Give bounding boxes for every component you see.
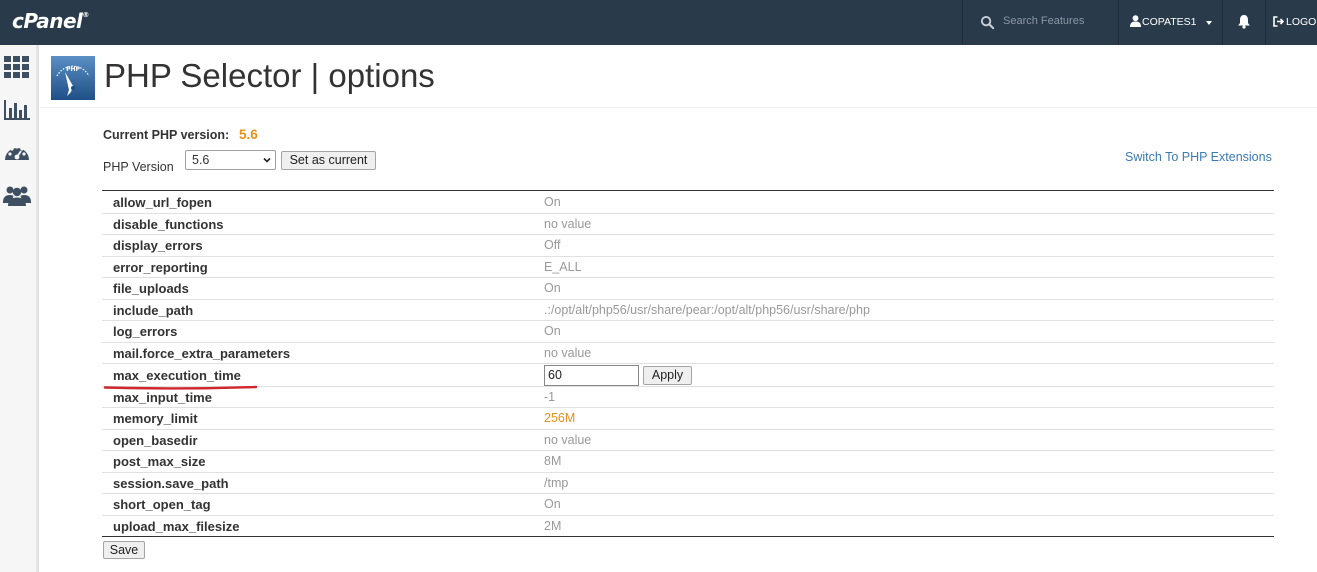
option-name: short_open_tag (113, 497, 211, 512)
grid-icon (4, 56, 29, 78)
dashboard-gauge-icon (5, 145, 29, 160)
save-button[interactable]: Save (103, 541, 145, 559)
option-name: memory_limit (113, 411, 198, 426)
option-row: file_uploads On (102, 277, 1274, 300)
php-version-selected: 5.6 (192, 153, 210, 167)
option-name: session.save_path (113, 476, 229, 491)
sidebar-item-home[interactable] (3, 55, 31, 81)
logout-icon (1273, 16, 1284, 27)
option-row: display_errors Off (102, 234, 1274, 257)
option-value[interactable]: 256M (544, 411, 575, 425)
notifications-button[interactable] (1223, 0, 1265, 45)
top-bar: cPanel® Search Features COPATES1 LOGOUT (0, 0, 1317, 45)
option-row: upload_max_filesize 2M (102, 515, 1274, 536)
option-value[interactable]: no value (544, 217, 591, 231)
option-row: allow_url_fopen On (102, 191, 1274, 214)
option-value[interactable]: On (544, 195, 561, 209)
option-name: mail.force_extra_parameters (113, 346, 291, 361)
option-row: disable_functions no value (102, 213, 1274, 235)
logout-label: LOGOUT (1286, 16, 1317, 28)
option-name: file_uploads (113, 281, 189, 296)
option-row: short_open_tag On (102, 493, 1274, 516)
option-row: log_errors On (102, 320, 1274, 343)
user-icon (1130, 15, 1141, 27)
option-name: allow_url_fopen (113, 195, 212, 210)
divider (40, 107, 1317, 108)
sidebar (0, 45, 39, 572)
option-row: open_basedir no value (102, 429, 1274, 451)
option-value[interactable]: E_ALL (544, 260, 582, 274)
chevron-down-icon (1206, 21, 1212, 25)
option-name: error_reporting (113, 260, 208, 275)
php-version-label: PHP Version (103, 160, 174, 174)
chevron-down-icon (263, 157, 271, 163)
option-value[interactable]: On (544, 497, 561, 511)
option-value[interactable]: /tmp (544, 476, 568, 490)
option-value[interactable]: Off (544, 238, 560, 252)
option-name: max_input_time (113, 390, 212, 405)
svg-text:PHP: PHP (66, 66, 80, 73)
users-icon (3, 186, 31, 206)
logo-registered-mark: ® (82, 11, 89, 19)
option-value[interactable]: -1 (544, 390, 555, 404)
option-name: disable_functions (113, 217, 224, 232)
php-version-select[interactable]: 5.6 (185, 150, 276, 170)
option-row: include_path .:/opt/alt/php56/usr/share/p… (102, 299, 1274, 321)
sidebar-item-dashboard[interactable] (3, 141, 31, 167)
option-value-input[interactable]: 60 (544, 365, 639, 386)
option-value[interactable]: no value (544, 346, 591, 360)
search-features[interactable]: Search Features (963, 0, 1118, 45)
option-value[interactable]: On (544, 324, 561, 338)
option-value[interactable]: On (544, 281, 561, 295)
option-row: max_input_time -1 (102, 386, 1274, 408)
current-version-label: Current PHP version: (103, 128, 230, 142)
php-selector-logo: PHP (51, 56, 95, 100)
option-row: post_max_size 8M (102, 450, 1274, 473)
cpanel-logo[interactable]: cPanel® (12, 9, 89, 33)
option-name: max_execution_time (113, 368, 241, 383)
page-title: PHP Selector | options (104, 57, 435, 94)
annotation-underline (103, 385, 258, 390)
option-value[interactable]: 2M (544, 519, 561, 533)
bar-chart-icon (4, 100, 30, 120)
option-name: display_errors (113, 238, 203, 253)
option-value[interactable]: .:/opt/alt/php56/usr/share/pear:/opt/alt… (544, 303, 870, 317)
option-value[interactable]: no value (544, 433, 591, 447)
bell-icon (1238, 15, 1250, 29)
sidebar-item-stats[interactable] (3, 98, 31, 124)
options-table: allow_url_fopen On disable_functions no val… (102, 190, 1274, 537)
option-row: session.save_path/tmp (102, 472, 1274, 494)
option-name: upload_max_filesize (113, 519, 240, 534)
set-as-current-button[interactable]: Set as current (281, 151, 376, 170)
logo-text: cPanel (12, 9, 83, 33)
sidebar-item-users[interactable] (3, 183, 31, 209)
search-input[interactable]: Search Features (1003, 15, 1084, 27)
current-version-value: 5.6 (239, 127, 258, 142)
option-name: post_max_size (113, 454, 206, 469)
option-value[interactable]: 8M (544, 454, 561, 468)
switch-to-extensions-link[interactable]: Switch To PHP Extensions (1125, 150, 1272, 164)
option-name: open_basedir (113, 433, 198, 448)
option-row: max_execution_time 60 Apply (102, 363, 1274, 387)
search-icon (980, 15, 995, 30)
option-row: error_reporting E_ALL (102, 256, 1274, 278)
username: COPATES1 (1142, 16, 1197, 28)
apply-button[interactable]: Apply (643, 366, 692, 385)
user-menu[interactable]: COPATES1 (1119, 0, 1222, 45)
option-name: log_errors (113, 324, 178, 339)
option-row: memory_limit 256M (102, 407, 1274, 430)
logout-button[interactable]: LOGOUT (1266, 0, 1317, 45)
option-row: mail.force_extra_parameters no value (102, 342, 1274, 364)
option-name: include_path (113, 303, 194, 318)
